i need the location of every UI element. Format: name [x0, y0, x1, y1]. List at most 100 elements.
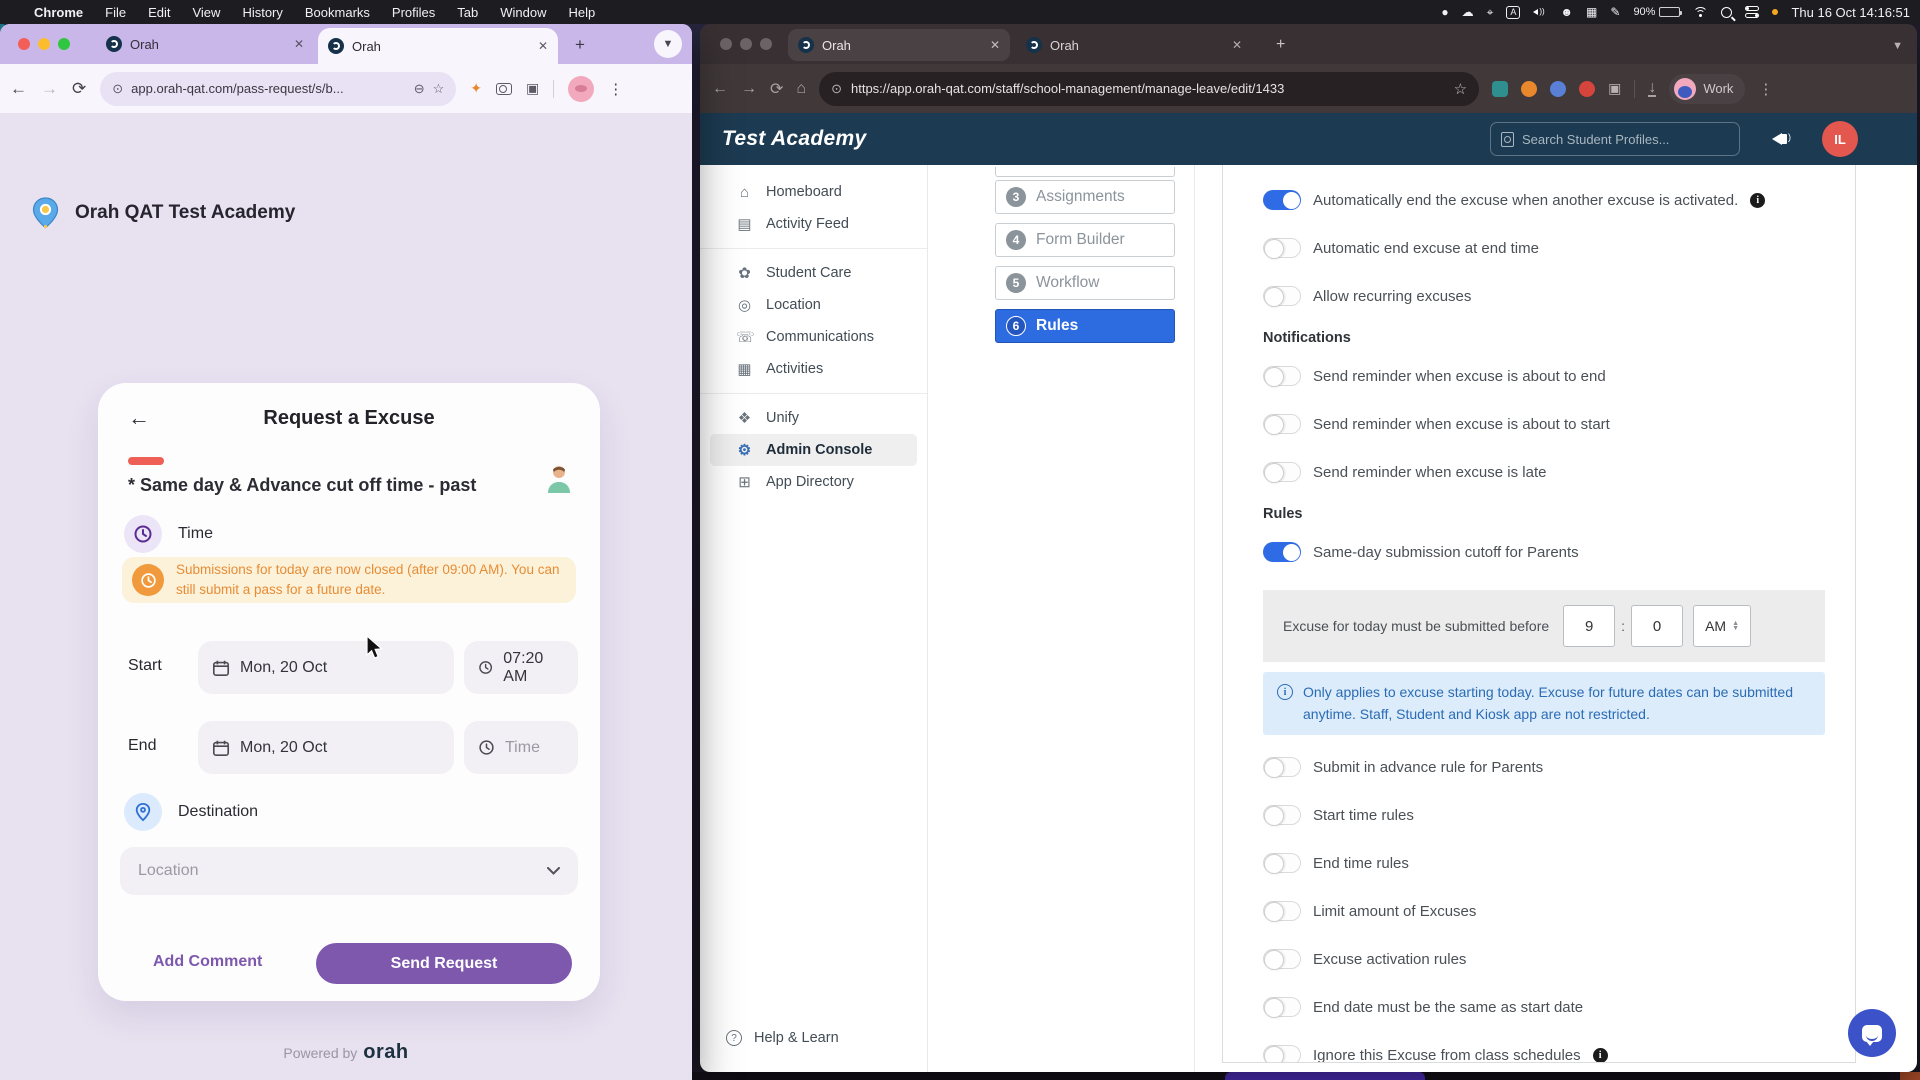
toggle-off[interactable]	[1263, 949, 1301, 969]
toggle-off[interactable]	[1263, 757, 1301, 777]
extensions-puzzle-icon[interactable]: ▣	[526, 80, 539, 97]
minimize-window-button[interactable]	[38, 38, 50, 50]
browser-profile-chip[interactable]: Work	[1669, 74, 1745, 104]
window-controls[interactable]	[18, 38, 70, 50]
cutoff-hour-input[interactable]: 9	[1563, 605, 1615, 647]
extension-icon[interactable]	[1550, 81, 1566, 97]
step-assignments[interactable]: 3Assignments	[995, 180, 1175, 214]
new-tab-button[interactable]: +	[1276, 36, 1285, 54]
site-settings-icon[interactable]: ⊙	[831, 81, 842, 97]
spotlight-icon[interactable]	[1721, 7, 1732, 18]
sidebar-item-activities[interactable]: ▦Activities	[710, 353, 917, 385]
toggle-off[interactable]	[1263, 901, 1301, 921]
sidebar-item-admin-console[interactable]: ⚙Admin Console	[710, 434, 917, 466]
toggle-off[interactable]	[1263, 805, 1301, 825]
menubar-item-view[interactable]: View	[192, 5, 220, 20]
cutoff-meridiem-select[interactable]: AM▲▼	[1693, 605, 1751, 647]
sidebar-item-activity-feed[interactable]: ▤Activity Feed	[710, 208, 917, 240]
toggle-off[interactable]	[1263, 414, 1301, 434]
cloud-icon[interactable]: ☁	[1462, 0, 1474, 24]
battery-indicator[interactable]: 90%	[1633, 6, 1680, 18]
menubar-item-bookmarks[interactable]: Bookmarks	[305, 5, 370, 20]
end-date-field[interactable]: Mon, 20 Oct	[198, 721, 454, 774]
address-bar[interactable]: ⊙ https://app.orah-qat.com/staff/school-…	[819, 72, 1479, 106]
screenshot-extension-icon[interactable]	[496, 83, 512, 95]
location-select[interactable]: Location	[120, 847, 578, 895]
toggle-off[interactable]	[1263, 997, 1301, 1017]
site-settings-icon[interactable]: ⊙	[112, 81, 123, 97]
keyboard-icon[interactable]: ▦	[1586, 0, 1597, 24]
send-request-button[interactable]: Send Request	[316, 943, 572, 984]
url-text[interactable]: https://app.orah-qat.com/staff/school-ma…	[851, 81, 1445, 96]
forward-button[interactable]: →	[41, 79, 58, 99]
start-date-field[interactable]: Mon, 20 Oct	[198, 641, 454, 694]
sidebar-item-communications[interactable]: ☏Communications	[710, 321, 917, 353]
menubar-item-help[interactable]: Help	[569, 5, 596, 20]
hearing-icon[interactable]: ☻	[1560, 0, 1573, 24]
close-tab-icon[interactable]: ✕	[538, 39, 548, 53]
info-icon[interactable]: i	[1593, 1048, 1608, 1063]
extension-icon[interactable]: ✦	[470, 80, 482, 97]
toggle-off[interactable]	[1263, 286, 1301, 306]
toggle-off[interactable]	[1263, 366, 1301, 386]
add-comment-link[interactable]: Add Comment	[153, 953, 262, 971]
sidebar-item-app-directory[interactable]: ⊞App Directory	[710, 466, 917, 498]
browser-tab[interactable]: Orah ✕	[1016, 29, 1252, 61]
control-center-icon[interactable]	[1745, 6, 1759, 18]
record-icon[interactable]: ●	[1441, 0, 1448, 24]
sidebar-item-unify[interactable]: ❖Unify	[710, 402, 917, 434]
megaphone-icon[interactable]: )	[1772, 131, 1792, 147]
menubar-item-history[interactable]: History	[242, 5, 282, 20]
menubar-clock[interactable]: Thu 16 Oct 14:16:51	[1791, 5, 1910, 20]
sidebar-item-homeboard[interactable]: ⌂Homeboard	[710, 176, 917, 208]
menubar-item-profiles[interactable]: Profiles	[392, 5, 435, 20]
close-tab-icon[interactable]: ✕	[1232, 38, 1242, 52]
close-tab-icon[interactable]: ✕	[294, 37, 304, 51]
extension-icon[interactable]	[1579, 81, 1595, 97]
toggle-off[interactable]	[1263, 1045, 1301, 1063]
close-tab-icon[interactable]: ✕	[990, 38, 1000, 52]
extensions-puzzle-icon[interactable]: ▣	[1608, 80, 1621, 97]
wifi-icon[interactable]	[1693, 7, 1708, 18]
zoom-window-button[interactable]	[58, 38, 70, 50]
sidebar-item-help[interactable]: ? Help & Learn	[726, 1030, 839, 1046]
toggle-on[interactable]	[1263, 190, 1301, 210]
student-search-box[interactable]: Search Student Profiles...	[1490, 122, 1740, 156]
close-window-button[interactable]	[18, 38, 30, 50]
cutoff-minute-input[interactable]: 0	[1631, 605, 1683, 647]
toggle-off[interactable]	[1263, 853, 1301, 873]
tab-search-chevron[interactable]: ▼	[1892, 40, 1903, 52]
reload-button[interactable]: ⟳	[770, 79, 783, 99]
forward-button[interactable]: →	[741, 80, 757, 98]
back-button[interactable]: ←	[10, 79, 27, 99]
extension-icon[interactable]	[1521, 81, 1537, 97]
step-form-builder[interactable]: 4Form Builder	[995, 223, 1175, 257]
start-time-field[interactable]: 07:20 AM	[464, 641, 578, 694]
home-button[interactable]: ⌂	[796, 80, 806, 98]
menubar-item-edit[interactable]: Edit	[148, 5, 170, 20]
pencil-icon[interactable]: ✎	[1610, 0, 1620, 24]
toggle-on[interactable]	[1263, 542, 1301, 562]
menubar-item-window[interactable]: Window	[500, 5, 546, 20]
browser-menu-icon[interactable]: ⋮	[1758, 80, 1774, 98]
user-avatar[interactable]: IL	[1822, 121, 1858, 157]
new-tab-button[interactable]: +	[575, 35, 585, 55]
toggle-off[interactable]	[1263, 238, 1301, 258]
volume-icon[interactable]	[1533, 6, 1547, 18]
step-workflow[interactable]: 5Workflow	[995, 266, 1175, 300]
menubar-item-tab[interactable]: Tab	[457, 5, 478, 20]
sidebar-item-student-care[interactable]: ✿Student Care	[710, 257, 917, 289]
browser-tab-active[interactable]: Orah ✕	[318, 28, 558, 64]
back-button[interactable]: ←	[712, 80, 728, 98]
end-time-field[interactable]: Time	[464, 721, 578, 774]
sidebar-item-location[interactable]: ◎Location	[710, 289, 917, 321]
url-text[interactable]: app.orah-qat.com/pass-request/s/b...	[131, 81, 406, 96]
bookmark-star-icon[interactable]: ☆	[1454, 80, 1467, 98]
zoom-out-icon[interactable]: ⊖	[414, 81, 425, 97]
intercom-chat-button[interactable]	[1848, 1009, 1896, 1057]
tab-search-chevron[interactable]: ▼	[654, 30, 682, 58]
download-icon[interactable]: ↓	[1648, 81, 1656, 97]
reload-button[interactable]: ⟳	[72, 79, 86, 99]
bookmark-star-icon[interactable]: ☆	[433, 81, 445, 97]
info-icon[interactable]: i	[1750, 193, 1765, 208]
